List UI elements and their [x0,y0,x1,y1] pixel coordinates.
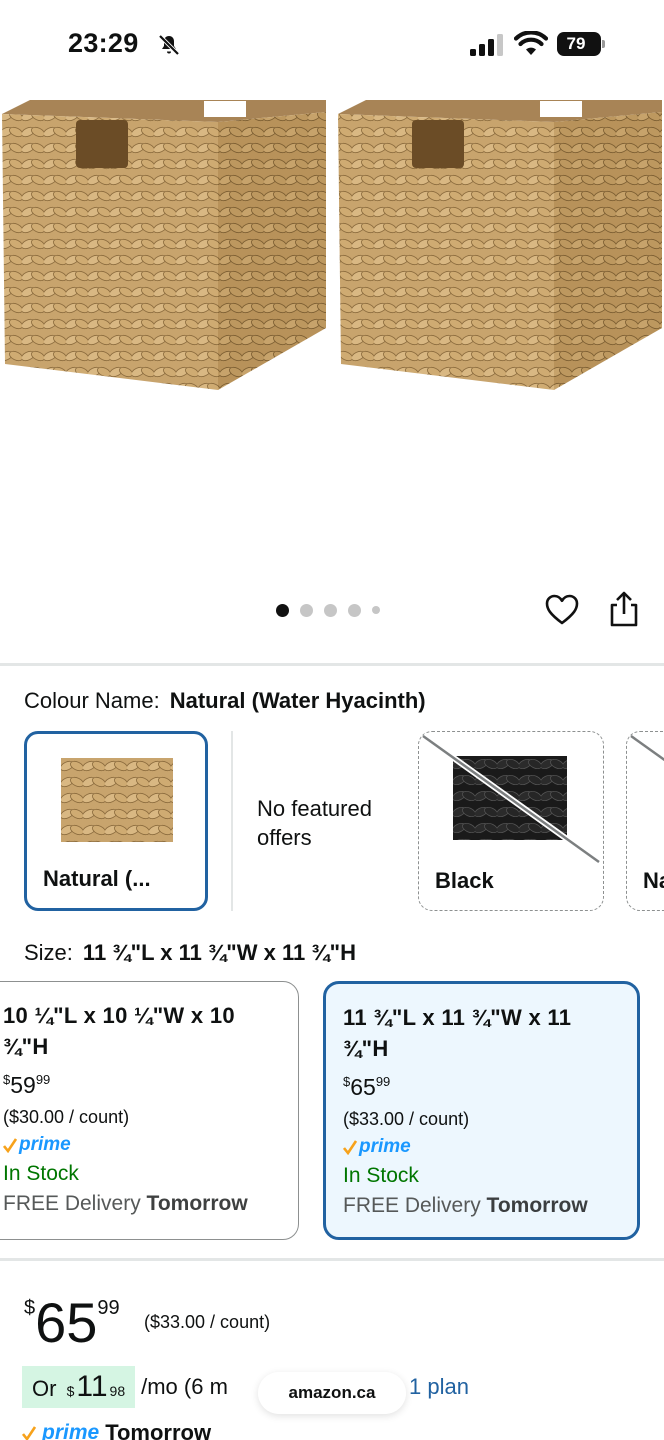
status-time: 23:29 [68,28,139,58]
colour-option-natural[interactable]: Natural (... [24,731,208,911]
pager-dot[interactable] [348,603,361,617]
size-label-text: Size: [24,940,73,965]
select-plan-link[interactable]: 1 plan [409,1374,469,1400]
unavailable-strike-icon [630,734,664,762]
share-icon[interactable] [608,590,640,628]
colour-label: Colour Name: Natural (Water Hyacinth) [24,688,426,714]
delivery-estimate: FREE Delivery Tomorrow [3,1192,248,1215]
size-value: 11 ¾"L x 11 ¾"W x 11 ¾"H [82,940,356,965]
colour-option-partial[interactable]: Na [626,731,664,911]
natural-swatch-thumbnail [61,758,173,842]
battery-icon: 79 [557,32,605,56]
cellular-signal-icon [470,34,503,56]
bottom-delivery-row: prime Tomorrow [22,1420,211,1440]
status-bar: 23:29 79 [0,0,664,92]
colour-option-label: Natural (... [43,866,151,891]
size-option-per-count: ($33.00 / count) [343,1109,470,1129]
prime-label: prime [19,1134,71,1155]
size-option-title: 10 ¼"L x 10 ¼"W x 10 ¾"H [3,1003,235,1059]
colour-value: Natural (Water Hyacinth) [169,688,426,713]
monthly-term: /mo (6 m [141,1374,228,1399]
delivery-day: Tomorrow [105,1420,212,1440]
monthly-price-badge: Or $11 98 [22,1366,136,1408]
prime-check-icon [22,1426,36,1440]
colour-option-label: Na [643,868,664,893]
size-label: Size: 11 ¾"L x 11 ¾"W x 11 ¾"H [24,940,356,966]
image-pager-dots[interactable] [276,603,380,617]
option-separator [231,731,233,911]
delivery-estimate: FREE Delivery Tomorrow [343,1194,588,1217]
size-option-price: $5999 [3,1072,51,1098]
pager-dot[interactable] [324,603,337,617]
browser-url-bar[interactable]: amazon.ca [258,1372,406,1414]
bell-off-icon [158,34,180,56]
battery-level: 79 [566,34,586,53]
heart-icon[interactable] [544,592,580,628]
section-divider [0,1258,664,1261]
size-option-10-inch[interactable]: 10 ¼"L x 10 ¼"W x 10 ¾"H $5999 ($30.00 /… [0,981,299,1240]
colour-option-label: Black [435,868,494,893]
main-price-per-count: ($33.00 / count) [144,1312,271,1332]
size-option-11-inch[interactable]: 11 ¾"L x 11 ¾"W x 11 ¾"H $6599 ($33.00 /… [323,981,640,1240]
stock-status: In Stock [343,1164,419,1187]
prime-badge: prime [343,1136,621,1158]
prime-check-icon [3,1138,17,1153]
size-option-per-count: ($30.00 / count) [3,1107,130,1127]
stock-status: In Stock [3,1162,79,1185]
main-price: $6599 [24,1291,120,1354]
pager-dot[interactable] [372,606,380,614]
product-image-gallery[interactable] [0,92,664,662]
prime-label: prime [359,1136,411,1157]
product-image[interactable] [0,92,664,392]
wifi-icon [514,31,548,55]
section-divider [0,663,664,666]
size-option-price: $6599 [343,1074,391,1100]
prime-check-icon [343,1140,357,1155]
unavailable-strike-icon [421,733,601,865]
colour-option-black[interactable]: Black [418,731,604,911]
pager-dot-active[interactable] [276,603,289,617]
prime-badge: prime [3,1134,282,1156]
pager-dot[interactable] [300,603,313,617]
colour-label-text: Colour Name: [24,688,160,713]
no-featured-offers-text: No featured offers [257,796,372,850]
size-option-title: 11 ¾"L x 11 ¾"W x 11 ¾"H [343,1005,572,1061]
prime-label: prime [42,1421,100,1440]
monthly-payment-offer[interactable]: Or $11 98 /mo (6 m [22,1366,228,1408]
